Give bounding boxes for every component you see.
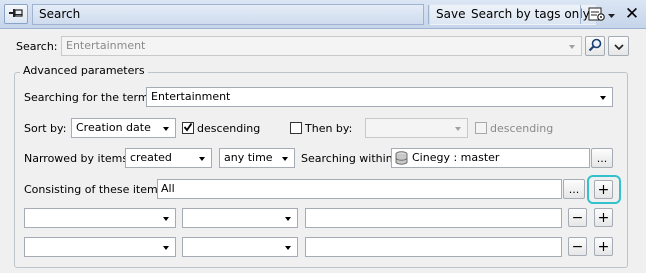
remove-condition-button[interactable]: − (568, 208, 587, 227)
add-condition-button[interactable]: + (594, 208, 613, 227)
dropdown-arrow-icon (163, 246, 169, 250)
search-value: Entertainment (66, 39, 146, 52)
magnifier-icon (588, 38, 602, 55)
terms-combo[interactable]: Entertainment (146, 87, 613, 107)
browse-location-button[interactable]: ... (591, 148, 613, 168)
dropdown-arrow-icon (285, 246, 291, 250)
add-condition-button[interactable]: + (594, 237, 613, 256)
dropdown-arrow-icon (163, 127, 169, 131)
dropdown-arrow-icon (600, 96, 606, 100)
condition-value-field[interactable] (305, 237, 562, 257)
dropdown-arrow-icon (282, 157, 288, 161)
narrowed-by-label: Narrowed by items: (24, 152, 132, 165)
options-icon (588, 6, 606, 25)
condition-field-combo[interactable] (24, 208, 176, 228)
then-by-label: Then by: (305, 122, 353, 135)
remove-condition-button[interactable]: − (568, 237, 587, 256)
then-descending-checkbox[interactable] (475, 122, 487, 134)
search-combo[interactable]: Entertainment (61, 36, 582, 56)
options-menu-button[interactable] (588, 6, 620, 24)
plus-icon: + (597, 209, 610, 226)
then-descending-label: descending (490, 122, 554, 135)
terms-label: Searching for the terms: (24, 91, 159, 104)
condition-operator-combo[interactable] (182, 208, 298, 228)
chevron-down-icon (608, 9, 615, 22)
consisting-of-label: Consisting of these items: (24, 183, 168, 196)
sort-by-value: Creation date (76, 121, 151, 134)
condition-field-combo[interactable] (24, 237, 176, 257)
pin-icon (8, 7, 24, 22)
condition-value-field[interactable] (305, 208, 562, 228)
time-range-combo[interactable]: any time (219, 148, 295, 168)
search-label: Search: (16, 40, 58, 53)
then-by-checkbox[interactable] (290, 122, 302, 134)
pin-button[interactable] (4, 4, 28, 24)
time-range-value: any time (224, 151, 273, 164)
dropdown-arrow-icon (455, 127, 461, 131)
search-button[interactable] (585, 36, 605, 56)
sort-by-label: Sort by: (24, 122, 67, 135)
then-by-combo[interactable] (365, 118, 468, 138)
minus-icon: − (571, 238, 584, 255)
dropdown-arrow-icon (285, 217, 291, 221)
descending-checkbox[interactable] (182, 122, 194, 134)
searching-within-label: Searching within: (301, 152, 397, 165)
searching-within-field[interactable]: Cinegy : master (391, 148, 590, 168)
toolbar-separator (580, 5, 581, 24)
expand-advanced-button[interactable] (608, 36, 629, 56)
chevron-down-icon (613, 40, 624, 53)
narrowed-by-combo[interactable]: created (125, 148, 212, 168)
browse-items-button[interactable]: ... (563, 179, 585, 199)
database-icon (395, 151, 408, 165)
consisting-of-field[interactable]: All (157, 179, 562, 199)
window-title: Search (32, 4, 424, 25)
add-condition-button[interactable]: + (594, 180, 613, 199)
advanced-parameters-title: Advanced parameters (20, 64, 148, 78)
checkmark-icon (183, 122, 193, 135)
sort-by-combo[interactable]: Creation date (71, 118, 176, 138)
close-icon[interactable]: ✕ (623, 4, 641, 24)
condition-operator-combo[interactable] (182, 237, 298, 257)
dropdown-arrow-icon (199, 157, 205, 161)
dropdown-arrow-icon (163, 217, 169, 221)
plus-icon: + (597, 238, 610, 255)
searching-within-value: Cinegy : master (412, 151, 500, 164)
descending-label: descending (197, 122, 261, 135)
search-by-tags-only-button[interactable]: Search by tags only (465, 4, 596, 25)
title-bar: Search Save Search by tags only ✕ (0, 0, 646, 29)
terms-value: Entertainment (151, 90, 231, 103)
plus-icon: + (597, 181, 610, 198)
narrowed-by-value: created (130, 151, 172, 164)
minus-icon: − (571, 209, 584, 226)
toolbar-separator (428, 5, 429, 24)
dropdown-arrow-icon (569, 45, 575, 49)
